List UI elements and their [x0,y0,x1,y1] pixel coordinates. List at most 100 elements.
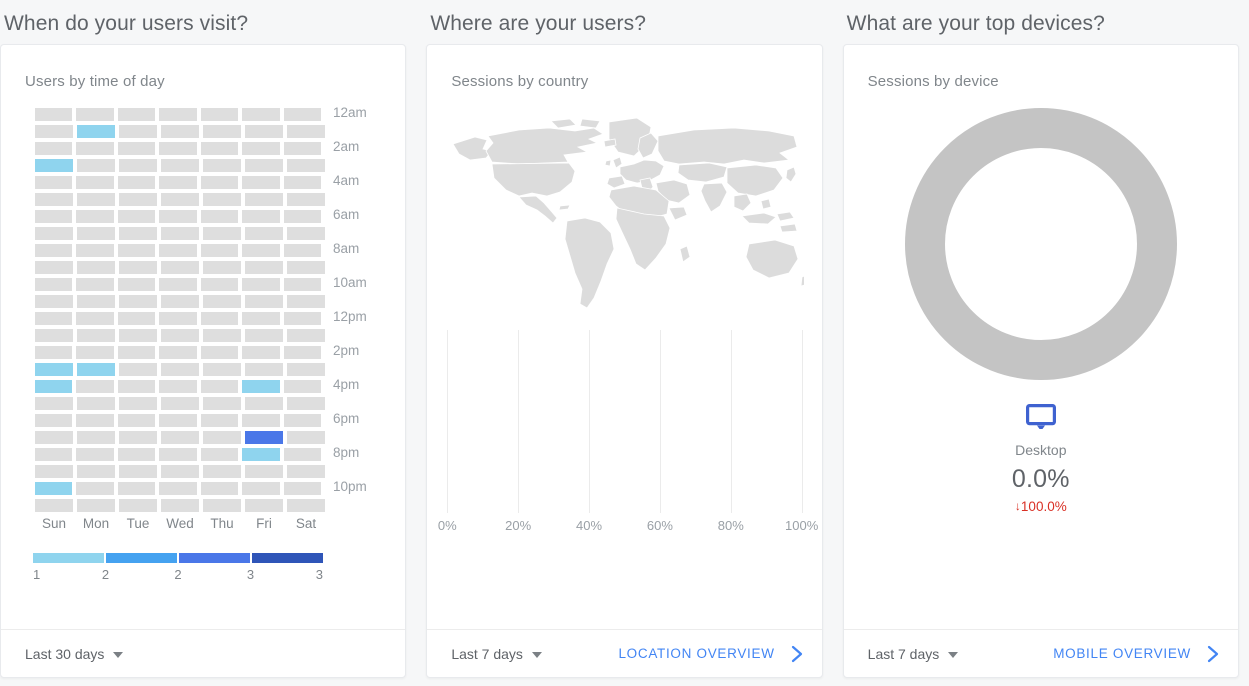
heatmap-cell[interactable] [35,125,73,138]
heatmap-cell[interactable] [77,397,115,410]
heatmap-cell[interactable] [117,346,156,359]
heatmap-cell[interactable] [159,176,197,189]
heatmap-cell[interactable] [203,193,241,206]
heatmap-cell[interactable] [283,210,321,223]
heatmap-cell[interactable] [117,482,156,495]
heatmap-cell[interactable] [245,397,283,410]
heatmap-cell[interactable] [35,329,73,342]
heatmap-cell[interactable] [35,482,73,495]
heatmap-cell[interactable] [159,278,197,291]
heatmap-cell[interactable] [119,159,157,172]
heatmap-cell[interactable] [117,380,156,393]
heatmap-cell[interactable] [35,312,73,325]
heatmap-cell[interactable] [283,482,321,495]
heatmap-cell[interactable] [203,465,241,478]
heatmap-cell[interactable] [161,125,199,138]
heatmap-cell[interactable] [77,159,115,172]
heatmap-cell[interactable] [76,278,114,291]
heatmap-cell[interactable] [287,431,325,444]
heatmap-cell[interactable] [119,261,157,274]
heatmap-cell[interactable] [161,261,199,274]
heatmap-cell[interactable] [203,397,241,410]
heatmap-cell[interactable] [287,227,325,240]
heatmap-cell[interactable] [161,397,199,410]
date-range-selector-1[interactable]: Last 30 days [25,646,124,662]
heatmap-cell[interactable] [283,108,321,121]
heatmap-cell[interactable] [200,448,239,461]
heatmap-cell[interactable] [242,448,280,461]
heatmap-cell[interactable] [287,159,325,172]
heatmap-cell[interactable] [242,482,280,495]
heatmap-cell[interactable] [242,244,280,257]
date-range-selector-2[interactable]: Last 7 days [451,646,542,662]
heatmap-cell[interactable] [245,363,283,376]
heatmap-cell[interactable] [35,142,73,155]
heatmap-cell[interactable] [245,329,283,342]
heatmap-cell[interactable] [200,312,239,325]
heatmap-cell[interactable] [77,261,115,274]
heatmap-cell[interactable] [76,176,114,189]
heatmap-cell[interactable] [203,227,241,240]
heatmap-cell[interactable] [76,210,114,223]
location-overview-link[interactable]: LOCATION OVERVIEW [618,645,803,663]
heatmap-cell[interactable] [283,176,321,189]
heatmap-cell[interactable] [35,448,73,461]
heatmap-cell[interactable] [245,295,283,308]
heatmap-cell[interactable] [76,142,114,155]
heatmap-cell[interactable] [119,499,157,512]
heatmap-cell[interactable] [35,414,73,427]
heatmap-cell[interactable] [242,346,280,359]
heatmap-cell[interactable] [245,431,283,444]
heatmap-cell[interactable] [35,380,73,393]
heatmap-cell[interactable] [159,108,197,121]
heatmap-cell[interactable] [161,193,199,206]
heatmap-cell[interactable] [119,363,157,376]
heatmap-cell[interactable] [283,278,321,291]
heatmap-cell[interactable] [203,159,241,172]
heatmap-cell[interactable] [287,125,325,138]
heatmap-cell[interactable] [242,414,280,427]
heatmap-cell[interactable] [203,125,241,138]
heatmap-cell[interactable] [35,108,73,121]
heatmap-cell[interactable] [159,312,197,325]
heatmap-cell[interactable] [35,176,73,189]
heatmap-cell[interactable] [200,210,239,223]
heatmap-cell[interactable] [161,159,199,172]
heatmap-cell[interactable] [203,363,241,376]
heatmap-cell[interactable] [76,448,114,461]
heatmap-cell[interactable] [119,193,157,206]
heatmap-cell[interactable] [117,312,156,325]
heatmap-cell[interactable] [242,210,280,223]
heatmap-cell[interactable] [117,210,156,223]
heatmap-cell[interactable] [283,142,321,155]
heatmap-cell[interactable] [159,448,197,461]
heatmap-cell[interactable] [76,346,114,359]
heatmap-cell[interactable] [245,465,283,478]
world-map[interactable] [427,90,821,326]
heatmap-cell[interactable] [242,142,280,155]
heatmap-cell[interactable] [245,125,283,138]
date-range-selector-3[interactable]: Last 7 days [868,646,959,662]
heatmap-cell[interactable] [119,397,157,410]
heatmap-cell[interactable] [245,159,283,172]
heatmap-cell[interactable] [77,465,115,478]
heatmap-cell[interactable] [77,363,115,376]
heatmap-cell[interactable] [76,312,114,325]
heatmap-cell[interactable] [200,414,239,427]
heatmap-cell[interactable] [159,142,197,155]
heatmap-cell[interactable] [77,295,115,308]
heatmap-cell[interactable] [245,261,283,274]
heatmap-cell[interactable] [117,176,156,189]
heatmap-cell[interactable] [245,499,283,512]
heatmap-cell[interactable] [35,499,73,512]
heatmap-cell[interactable] [159,210,197,223]
heatmap-cell[interactable] [283,380,321,393]
heatmap-cell[interactable] [119,431,157,444]
heatmap-cell[interactable] [287,465,325,478]
heatmap-cell[interactable] [35,397,73,410]
heatmap-cell[interactable] [287,261,325,274]
heatmap-cell[interactable] [203,499,241,512]
heatmap-cell[interactable] [161,431,199,444]
heatmap-cell[interactable] [161,363,199,376]
heatmap-cell[interactable] [35,278,73,291]
